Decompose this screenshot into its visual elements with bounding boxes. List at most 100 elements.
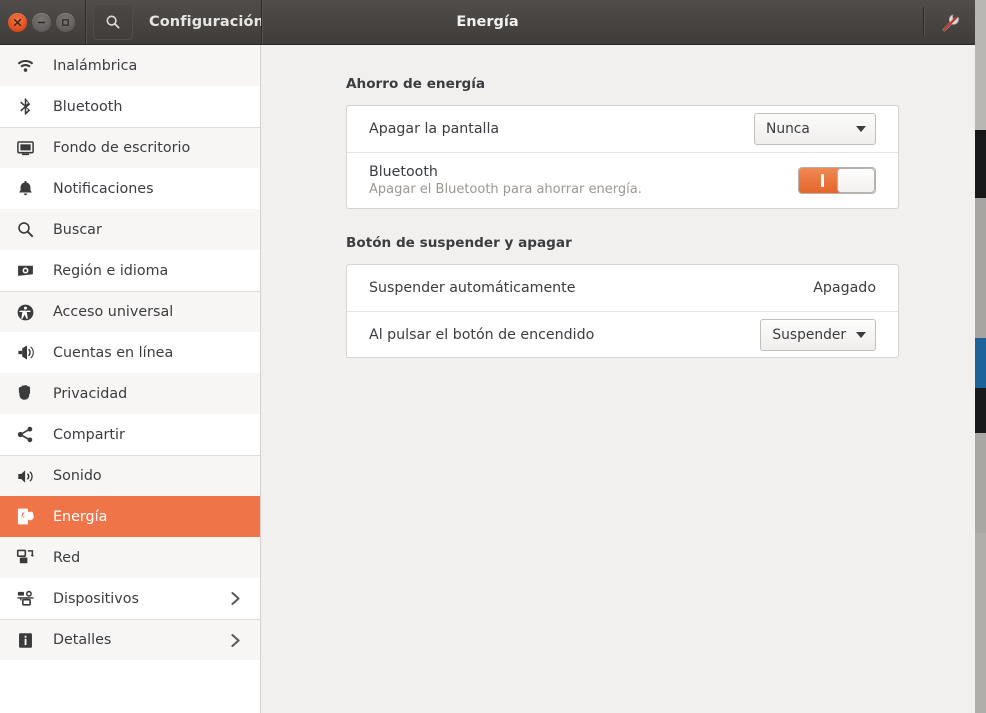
window-controls xyxy=(0,12,85,32)
sidebar-item-label: Bluetooth xyxy=(53,98,123,115)
sidebar-item-notificaciones[interactable]: Notificaciones xyxy=(0,168,260,209)
row-label: Bluetooth xyxy=(369,164,438,180)
sidebar-item-label: Inalámbrica xyxy=(53,57,138,74)
sidebar-item-label: Sonido xyxy=(53,468,102,484)
share-icon xyxy=(14,424,36,446)
sidebar-item-buscar[interactable]: Buscar xyxy=(0,209,260,250)
bluetooth-icon xyxy=(14,96,36,118)
row-bluetooth[interactable]: Bluetooth Apagar el Bluetooth para ahorr… xyxy=(347,152,898,208)
devices-icon xyxy=(14,588,36,610)
speaker-icon xyxy=(14,465,36,487)
chevron-right-icon xyxy=(229,620,242,660)
power-plug-icon xyxy=(14,506,36,528)
bg-band-light-4 xyxy=(975,533,986,713)
bell-icon xyxy=(14,178,36,200)
privacy-hand-icon xyxy=(14,383,36,405)
online-accounts-icon xyxy=(14,342,36,364)
sidebar-item-dispositivos[interactable]: Dispositivos xyxy=(0,578,260,619)
row-label: Suspender automáticamente xyxy=(369,280,576,296)
sidebar-item-red[interactable]: Red xyxy=(0,537,260,578)
settings-wrench-icon xyxy=(942,13,959,31)
main-content: Ahorro de energía Apagar la pantalla Nun… xyxy=(261,45,975,713)
dropdown-value: Suspender xyxy=(772,326,846,343)
bg-band-blue xyxy=(975,338,986,388)
sidebar-item-energia[interactable]: Energía xyxy=(0,496,260,537)
desktop-background-strip xyxy=(975,0,986,713)
row-text-group: Apagar la pantalla xyxy=(369,121,499,137)
network-icon xyxy=(14,547,36,569)
titlebar-right-group xyxy=(923,0,975,44)
titlebar-divider-right xyxy=(923,7,925,37)
search-button[interactable] xyxy=(93,4,133,40)
chevron-down-icon xyxy=(856,126,866,132)
bg-band-dark-1 xyxy=(975,130,986,198)
sidebar-item-sonido[interactable]: Sonido xyxy=(0,455,260,496)
sidebar-item-label: Cuentas en línea xyxy=(53,344,174,361)
search-icon xyxy=(106,15,120,29)
sidebar: Inalámbrica Bluetooth Fondo de escritori… xyxy=(0,45,261,713)
close-button[interactable] xyxy=(8,12,27,32)
sidebar-item-compartir[interactable]: Compartir xyxy=(0,414,260,455)
panel-suspend-power: Suspender automáticamente Apagado Al pul… xyxy=(346,264,899,358)
sidebar-item-label: Energía xyxy=(53,508,108,525)
sidebar-item-label: Región e idioma xyxy=(53,262,169,279)
sidebar-item-region-e-idioma[interactable]: Región e idioma xyxy=(0,250,260,291)
row-turn-off-screen[interactable]: Apagar la pantalla Nunca xyxy=(347,106,898,152)
sidebar-item-acceso-universal[interactable]: Acceso universal xyxy=(0,291,260,332)
bg-band-light-1 xyxy=(975,0,986,130)
section-title-suspend-power: Botón de suspender y apagar xyxy=(346,235,572,251)
toggle-on-marker xyxy=(820,174,824,187)
title-bar: Configuración Energía xyxy=(0,0,975,45)
bg-band-light-3 xyxy=(975,433,986,533)
info-icon xyxy=(14,629,36,651)
search-icon xyxy=(14,219,36,241)
sidebar-item-privacidad[interactable]: Privacidad xyxy=(0,373,260,414)
sidebar-item-label: Fondo de escritorio xyxy=(53,140,191,156)
maximize-button[interactable] xyxy=(56,12,75,32)
minimize-button[interactable] xyxy=(32,12,51,32)
sidebar-item-detalles[interactable]: Detalles xyxy=(0,619,260,660)
sidebar-item-label: Red xyxy=(53,549,81,566)
sidebar-item-label: Detalles xyxy=(53,632,112,648)
titlebar-divider-sidebar xyxy=(261,0,263,44)
sidebar-item-label: Acceso universal xyxy=(53,304,174,320)
bluetooth-toggle[interactable] xyxy=(798,167,876,194)
sidebar-item-label: Dispositivos xyxy=(53,590,139,607)
sidebar-item-bluetooth[interactable]: Bluetooth xyxy=(0,86,260,127)
settings-menu-button[interactable] xyxy=(935,7,965,37)
row-label: Al pulsar el botón de encendido xyxy=(369,326,595,343)
wifi-icon xyxy=(14,55,36,77)
desktop-background-icon xyxy=(14,137,36,159)
chevron-right-icon xyxy=(229,578,242,619)
sidebar-item-label: Privacidad xyxy=(53,385,128,402)
row-power-button-action[interactable]: Al pulsar el botón de encendido Suspende… xyxy=(347,311,898,357)
screen-blank-dropdown[interactable]: Nunca xyxy=(754,113,876,145)
sidebar-item-inalambrica[interactable]: Inalámbrica xyxy=(0,45,260,86)
bg-band-light-2 xyxy=(975,198,986,338)
toggle-knob xyxy=(837,168,875,193)
region-language-icon xyxy=(14,260,36,282)
sidebar-item-label: Compartir xyxy=(53,426,125,443)
sidebar-item-label: Buscar xyxy=(53,221,102,238)
settings-window: Configuración Energía Inalámbrica Blueto… xyxy=(0,0,975,713)
sidebar-item-cuentas-en-linea[interactable]: Cuentas en línea xyxy=(0,332,260,373)
sidebar-item-fondo-de-escritorio[interactable]: Fondo de escritorio xyxy=(0,127,260,168)
titlebar-divider-left xyxy=(85,0,87,44)
dropdown-value: Nunca xyxy=(766,121,810,137)
maximize-icon xyxy=(62,18,69,26)
accessibility-icon xyxy=(14,301,36,323)
row-sublabel: Apagar el Bluetooth para ahorrar energía… xyxy=(369,182,642,197)
row-automatic-suspend[interactable]: Suspender automáticamente Apagado xyxy=(347,265,898,311)
chevron-down-icon xyxy=(856,331,866,338)
minimize-icon xyxy=(37,21,46,23)
window-body: Inalámbrica Bluetooth Fondo de escritori… xyxy=(0,45,975,713)
close-icon xyxy=(13,18,22,26)
row-text-group: Al pulsar el botón de encendido xyxy=(369,327,594,343)
section-title-power-saving: Ahorro de energía xyxy=(346,76,486,92)
app-title: Configuración xyxy=(149,14,264,30)
row-text-group: Suspender automáticamente xyxy=(369,280,575,296)
row-label: Apagar la pantalla xyxy=(369,121,500,137)
screen: Configuración Energía Inalámbrica Blueto… xyxy=(0,0,986,713)
power-button-dropdown[interactable]: Suspender xyxy=(760,318,876,351)
automatic-suspend-value: Apagado xyxy=(813,280,876,296)
